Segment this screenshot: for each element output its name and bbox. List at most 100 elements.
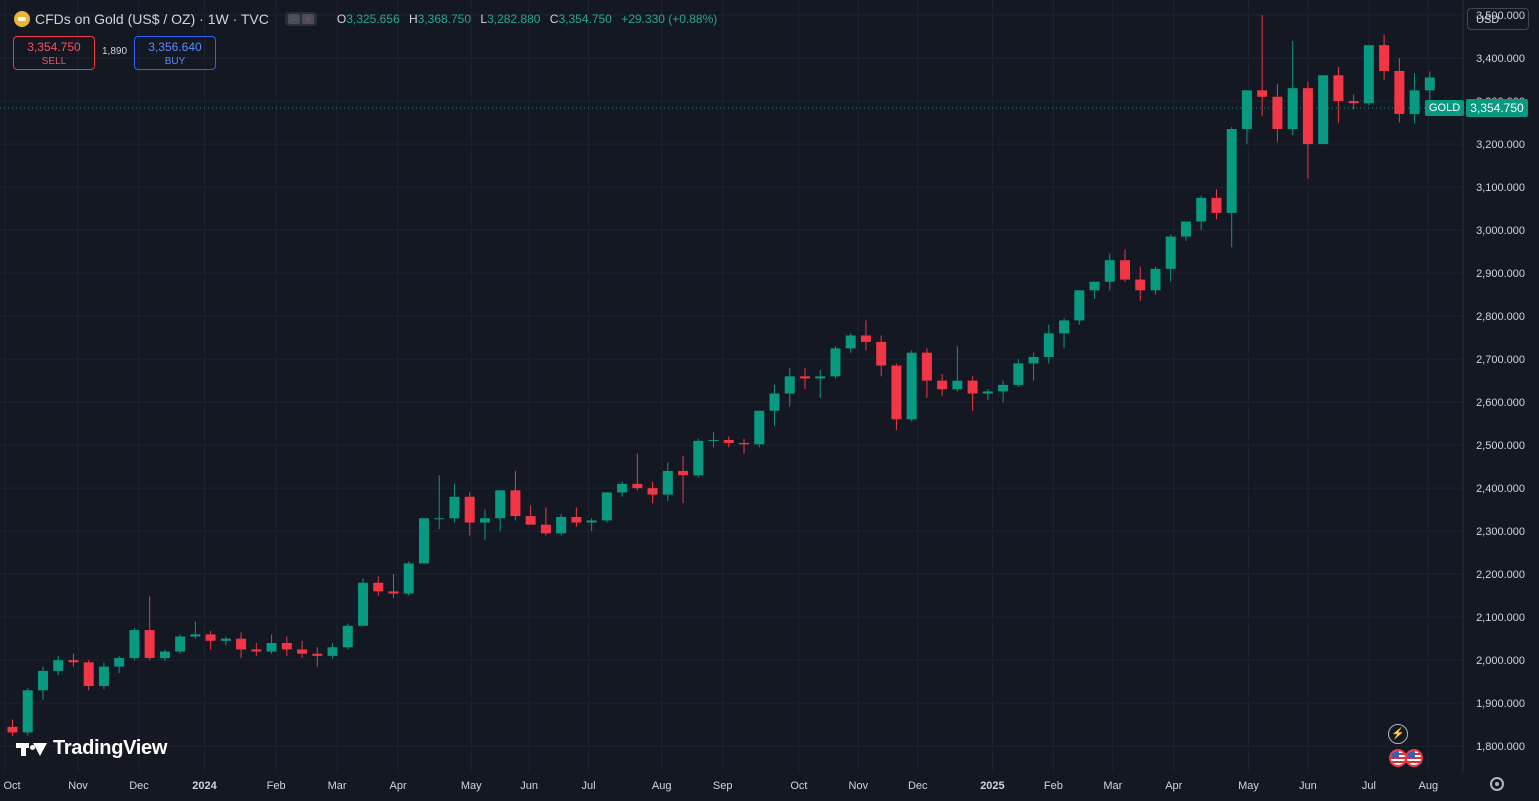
open-key: O [336,12,347,26]
candle [525,505,536,525]
candle [98,662,109,690]
candle-body [693,440,704,476]
candle [1272,83,1283,142]
candle [144,596,155,661]
candle-body [312,653,323,656]
candle [1348,94,1359,110]
price-chart[interactable]: 1,800.000 1,900.000 2,000.000 2,100.000 2,20… [0,0,1539,801]
candle-body [1196,197,1207,222]
y-tick-label: 2,900.000 [1476,268,1525,280]
y-tick-label: 1,800.000 [1476,741,1525,753]
candle-body [1165,236,1176,269]
candle [418,518,429,564]
candle [220,636,231,646]
candle-body [1424,77,1435,91]
tradingview-logo: TradingView [16,737,167,760]
candle-body [723,439,734,443]
candle [1120,249,1131,282]
candle [647,481,658,504]
candle [236,632,247,659]
candle [342,623,353,650]
candle-body [144,630,155,659]
indicator-toggle[interactable]: – ≈ [284,12,317,26]
candle-body [266,642,277,652]
candle [952,346,963,392]
candle-body [1028,356,1039,364]
x-tick-label: Mar [328,780,347,792]
candle [449,483,460,523]
candle-body [937,380,948,390]
candle [830,346,841,379]
y-tick-label: 1,900.000 [1476,698,1525,710]
candle-body [7,726,18,733]
candle-body [1059,320,1070,334]
x-tick-label: Jul [1362,780,1376,792]
candle-body [342,625,353,648]
candle [784,367,795,407]
candle-body [647,488,658,495]
x-tick-label: Dec [129,780,149,792]
candle-body [799,376,810,379]
candle [799,367,810,390]
candles [7,15,1435,737]
candle-body [708,439,719,441]
candle [1333,66,1344,123]
candle [845,333,856,353]
low-value: 3,282.880 [487,12,541,26]
candle-body [373,582,384,592]
wave-icon: ≈ [301,14,314,24]
candle-body [22,690,33,733]
candle-body [540,524,551,534]
currency-button[interactable]: USD [1467,8,1529,30]
candle [281,636,292,656]
buy-button[interactable]: 3,356.640 BUY [134,36,216,70]
x-tick-label: 2024 [192,780,217,792]
price-axis: 1,800.000 1,900.000 2,000.000 2,100.000 2,20… [1476,10,1525,753]
tradingview-icon [16,740,47,758]
candle [37,666,48,700]
candle [693,438,704,478]
candle [662,462,673,502]
candle [754,410,765,448]
candle-body [1043,333,1054,357]
settings-icon[interactable] [1490,777,1504,791]
lightning-icon[interactable]: ⚡ [1388,724,1408,744]
candle-body [967,380,978,394]
candle-body [860,335,871,342]
candle [1318,75,1329,145]
candle-body [98,666,109,686]
candle [876,335,887,377]
candle [540,507,551,536]
candle [571,507,582,527]
x-tick-label: Sep [713,780,733,792]
candle-body [769,393,780,411]
candle [1394,58,1405,123]
candle-body [906,352,917,420]
symbol-title[interactable]: CFDs on Gold (US$ / OZ) · 1W · TVC [35,11,269,27]
candle [891,363,902,431]
candle [1226,126,1237,248]
candle [1043,324,1054,364]
candle-body [1363,45,1374,104]
candle-body [1287,88,1298,130]
candle [1241,90,1252,145]
close-value: 3,354.750 [558,12,612,26]
sell-button[interactable]: 3,354.750 SELL [13,36,95,70]
candle [815,369,826,398]
candle [632,453,643,491]
us-flag-icon[interactable] [1405,749,1423,767]
candle [373,576,384,596]
candle-body [921,352,932,381]
candle [479,509,490,540]
y-tick-label: 2,500.000 [1476,440,1525,452]
candle-body [1333,75,1344,102]
candle-body [1409,90,1420,114]
y-tick-label: 2,600.000 [1476,397,1525,409]
candle-body [129,630,140,659]
candle [1409,73,1420,124]
candle-body [175,636,186,652]
candle [22,688,33,736]
candle-body [1180,221,1191,237]
candle [159,649,170,662]
y-tick-label: 2,400.000 [1476,483,1525,495]
